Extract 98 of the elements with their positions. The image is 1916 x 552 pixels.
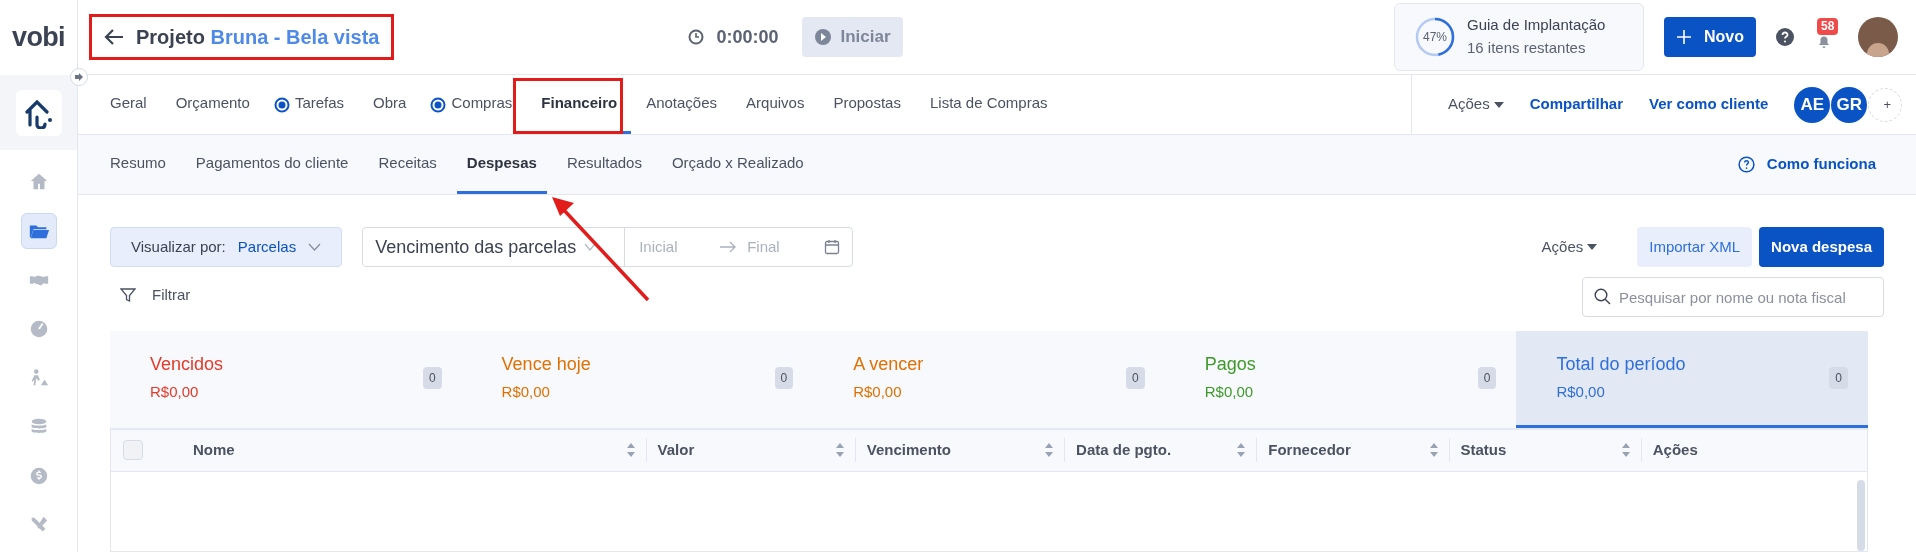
column-header[interactable]: Fornecedor bbox=[1268, 438, 1351, 462]
count-badge: 0 bbox=[422, 366, 442, 389]
count-badge: 0 bbox=[1126, 366, 1145, 389]
summary-label: Vence hoje bbox=[501, 353, 591, 377]
chevron-icon bbox=[584, 243, 597, 251]
date-type-select[interactable]: Vencimento das parcelas bbox=[375, 233, 577, 261]
progress-percent: 47% bbox=[1423, 30, 1448, 44]
new-button[interactable]: Novo bbox=[1664, 17, 1756, 57]
sort-icon[interactable] bbox=[1428, 442, 1439, 458]
summary-card[interactable]: Total do período R$0,00 0 bbox=[1516, 330, 1868, 428]
notification-badge: 58 bbox=[1817, 18, 1839, 35]
timer: 0:00:00 bbox=[716, 25, 779, 49]
column-header[interactable]: Status bbox=[1460, 438, 1507, 462]
filter-button[interactable]: Filtrar bbox=[120, 284, 191, 307]
guide-card[interactable]: 47% Guia de Implantação 16 itens restantes bbox=[1394, 3, 1644, 71]
tab[interactable]: Propostas bbox=[819, 75, 915, 134]
start-date-field[interactable]: Inicial bbox=[639, 235, 720, 259]
caret-icon bbox=[1587, 244, 1598, 250]
summary-card[interactable]: Vencidos R$0,00 0 bbox=[110, 330, 462, 428]
tab[interactable]: Tarefas bbox=[280, 75, 359, 134]
summary-label: Vencidos bbox=[150, 353, 224, 377]
subtab[interactable]: Despesas bbox=[456, 135, 547, 194]
count-badge: 0 bbox=[774, 366, 794, 389]
tab[interactable]: Obra bbox=[359, 75, 421, 134]
arrow-icon bbox=[74, 72, 84, 82]
tab[interactable]: Orçamento bbox=[161, 75, 264, 134]
subtab[interactable]: Resumo bbox=[100, 135, 176, 194]
subtab[interactable]: Orçado x Realizado bbox=[661, 135, 814, 194]
folder-icon[interactable] bbox=[20, 213, 57, 249]
summary-label: A vencer bbox=[853, 353, 924, 377]
column-header[interactable]: Ações bbox=[1652, 438, 1698, 462]
sort-icon[interactable] bbox=[834, 442, 845, 458]
subtab[interactable]: Receitas bbox=[368, 135, 447, 194]
back-icon[interactable] bbox=[104, 28, 124, 46]
end-date-field[interactable]: Final bbox=[747, 235, 818, 259]
tab[interactable]: Arquivos bbox=[732, 75, 819, 134]
summary-card[interactable]: A vencer R$0,00 0 bbox=[813, 330, 1165, 428]
summary-label: Pagos bbox=[1204, 353, 1256, 377]
sort-icon[interactable] bbox=[1620, 442, 1631, 458]
date-range-field[interactable]: Vencimento das parcelas Inicial Final bbox=[362, 227, 854, 267]
summary-amount: R$0,00 bbox=[501, 382, 550, 403]
actions-dropdown[interactable]: Ações bbox=[1448, 93, 1504, 116]
collapse-button[interactable] bbox=[70, 68, 88, 86]
scrollbar-thumb[interactable] bbox=[1857, 479, 1865, 551]
subtab[interactable]: Pagamentos do cliente bbox=[185, 135, 359, 194]
help-link[interactable]: Como funciona bbox=[1737, 135, 1876, 194]
select-all-checkbox[interactable] bbox=[123, 440, 143, 460]
search-icon bbox=[1594, 288, 1611, 305]
column-header[interactable]: Data de pgto. bbox=[1076, 438, 1172, 462]
avatar[interactable] bbox=[1858, 17, 1898, 57]
arrow-icon bbox=[719, 241, 738, 253]
actions-dropdown[interactable]: Ações bbox=[1541, 235, 1598, 259]
calendar-icon[interactable] bbox=[824, 239, 841, 255]
member-avatar[interactable]: GR bbox=[1831, 86, 1868, 123]
sort-icon[interactable] bbox=[1236, 442, 1247, 458]
share-link[interactable]: Compartilhar bbox=[1529, 93, 1624, 116]
plus-icon bbox=[1676, 29, 1692, 45]
radio-icon[interactable] bbox=[273, 96, 290, 113]
help-icon bbox=[1737, 156, 1755, 173]
filter-icon bbox=[120, 287, 136, 304]
tab[interactable]: Geral bbox=[96, 75, 161, 134]
summary-card[interactable]: Vence hoje R$0,00 0 bbox=[461, 330, 814, 428]
play-icon bbox=[814, 28, 833, 46]
clock-icon bbox=[688, 29, 705, 45]
chevron-icon bbox=[308, 243, 322, 251]
summary-card[interactable]: Pagos R$0,00 0 bbox=[1164, 330, 1517, 428]
view-by-select[interactable]: Visualizar por: Parcelas bbox=[110, 227, 343, 267]
summary-amount: R$0,00 bbox=[1556, 382, 1605, 403]
project-icon[interactable] bbox=[15, 89, 62, 136]
summary-amount: R$0,00 bbox=[1204, 382, 1254, 403]
column-header[interactable]: Vencimento bbox=[866, 438, 952, 462]
guide-subtitle: 16 itens restantes bbox=[1467, 39, 1587, 58]
summary-amount: R$0,00 bbox=[853, 382, 902, 403]
sort-icon[interactable] bbox=[1044, 442, 1055, 458]
new-expense-button[interactable]: Nova despesa bbox=[1759, 227, 1884, 267]
search-field[interactable]: Pesquisar por nome ou nota fiscal bbox=[1582, 277, 1884, 317]
caret-icon bbox=[1493, 101, 1504, 108]
count-badge: 0 bbox=[1477, 366, 1497, 389]
column-header[interactable]: Nome bbox=[193, 438, 235, 462]
bell-icon[interactable] bbox=[1816, 34, 1832, 50]
summary-label: Total do período bbox=[1556, 353, 1686, 377]
logo[interactable]: vobi bbox=[12, 17, 65, 58]
page-title: Projeto Bruna - Bela vista bbox=[136, 25, 380, 50]
progress-ring bbox=[1415, 17, 1455, 57]
tab[interactable]: Compras bbox=[437, 75, 527, 134]
count-badge: 0 bbox=[1829, 366, 1848, 389]
guide-title: Guia de Implantação bbox=[1467, 16, 1606, 35]
import-xml-button[interactable]: Importar XML bbox=[1637, 227, 1753, 267]
client-view-link[interactable]: Ver como cliente bbox=[1649, 93, 1769, 116]
tab[interactable]: Anotações bbox=[632, 75, 732, 134]
summary-amount: R$0,00 bbox=[150, 382, 199, 403]
radio-icon[interactable] bbox=[430, 96, 447, 113]
help-icon[interactable] bbox=[1776, 28, 1794, 46]
sort-icon[interactable] bbox=[625, 442, 636, 458]
tab[interactable]: Lista de Compras bbox=[915, 75, 1062, 134]
member-avatar[interactable]: AE bbox=[1794, 86, 1831, 123]
column-header[interactable]: Valor bbox=[657, 438, 695, 462]
subtab[interactable]: Resultados bbox=[556, 135, 652, 194]
